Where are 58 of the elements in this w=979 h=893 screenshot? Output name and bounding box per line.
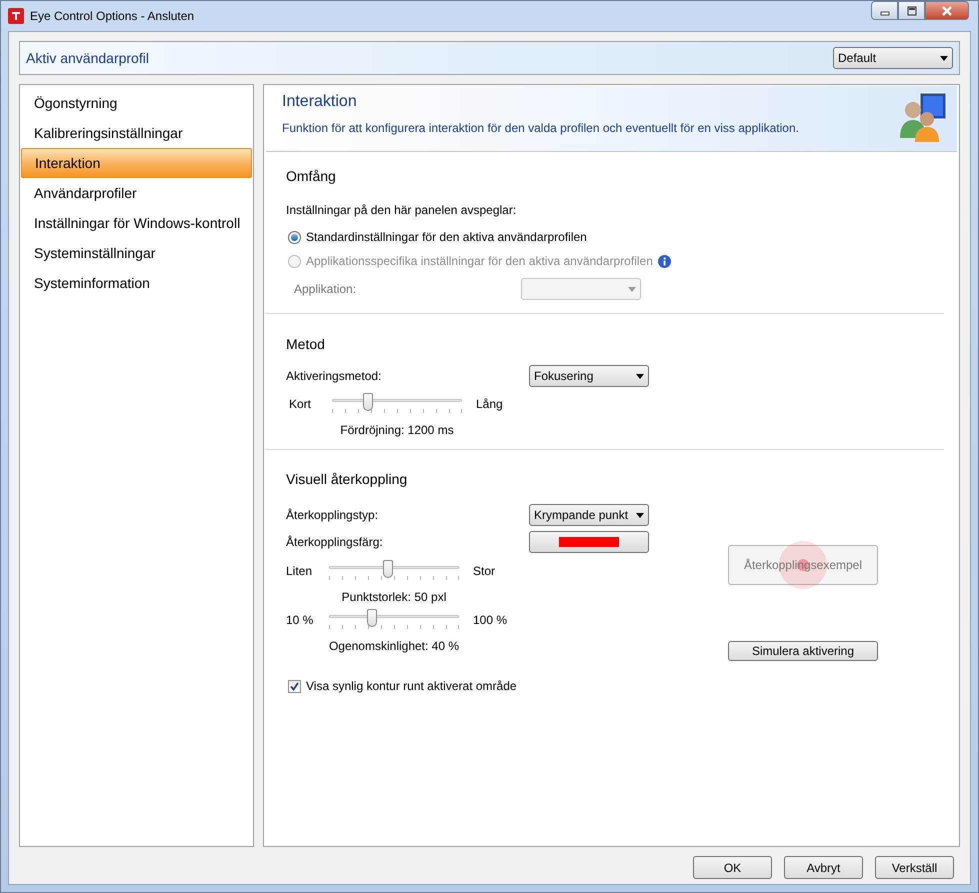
slider-max-label: Lång [476, 396, 503, 413]
slider-track[interactable] [332, 393, 462, 415]
color-picker-button[interactable] [529, 531, 649, 553]
slider-track[interactable] [329, 609, 459, 631]
sidebar-item[interactable]: Kalibreringsinställningar [21, 118, 252, 148]
section-title: Omfång [286, 167, 337, 186]
checkbox[interactable] [288, 680, 301, 692]
slider-reading: Punktstorlek: 50 pxl [340, 589, 448, 606]
slider-reading: Ogenomskinlighet: 40 % [328, 638, 460, 655]
maximize-button[interactable] [898, 1, 925, 20]
dropdown[interactable]: Fokusering [529, 365, 649, 387]
profile-label: Aktiv användarprofil [26, 48, 149, 68]
slider-max-label: Stor [473, 563, 496, 580]
radio-label: Standardinställningar för den aktiva användarprofilen [306, 229, 587, 246]
caret-icon [940, 56, 948, 60]
slider-thumb[interactable] [382, 560, 392, 578]
section-title: Visuell återkoppling [286, 470, 408, 489]
sidebar-item[interactable]: Interaktion [21, 148, 252, 178]
slider-thumb[interactable] [366, 609, 377, 627]
slider-reading: Fördröjning: 1200 ms [339, 422, 455, 439]
dialog-button[interactable]: OK [693, 856, 772, 879]
close-icon [941, 6, 953, 16]
caret-icon [636, 374, 644, 378]
slider-min-label: Liten [286, 563, 314, 580]
field-label: Återkopplingsfärg: [286, 534, 384, 551]
dialog-button[interactable]: Verkställ [875, 856, 954, 879]
maximize-icon [906, 6, 918, 16]
checkbox-label: Visa synlig kontur runt aktiverat område [306, 678, 517, 695]
caret-icon [636, 512, 644, 518]
radio-button[interactable] [288, 230, 301, 244]
sidebar-item[interactable]: Systeminställningar [21, 238, 252, 268]
field-label: Återkopplingstyp: [286, 507, 380, 524]
field-label: Aktiveringsmetod: [286, 368, 382, 385]
sidebar-item[interactable]: Inställningar för Windows-kontroll [21, 208, 252, 238]
simulate-button[interactable]: Simulera aktivering [728, 641, 878, 661]
dropdown[interactable]: Krympande punkt [529, 504, 649, 526]
header-description: Funktion för att konfigurera interaktion för den valda profilen och eventuellt för en viss applikation. [282, 120, 799, 137]
radio-label: Applikationsspecifika inställningar för den aktiva användarprofilen [306, 253, 653, 270]
field-label: Applikation: [293, 281, 358, 298]
dialog-button[interactable]: Avbryt [784, 856, 863, 879]
slider-min-label: 10 % [286, 612, 314, 629]
sidebar-item[interactable]: Systeminformation [21, 268, 252, 298]
slider-track[interactable] [329, 560, 459, 582]
minimize-button[interactable] [871, 1, 898, 20]
dropdown[interactable]: Default [833, 47, 953, 69]
section-title: Metod [286, 335, 326, 354]
header-title: Interaktion [282, 92, 358, 112]
close-button[interactable] [925, 1, 969, 20]
slider-max-label: 100 % [473, 612, 508, 629]
caret-icon [628, 286, 636, 292]
users-computer-icon [899, 92, 947, 142]
app-logo-icon [8, 8, 24, 24]
slider-thumb[interactable] [363, 393, 374, 411]
sidebar-item[interactable]: Ögonstyrning [21, 88, 252, 118]
sidebar-item[interactable]: Användarprofiler [21, 178, 252, 208]
scope-prompt: Inställningar på den här panelen avspeglar: [286, 202, 518, 219]
slider-min-label: Kort [289, 396, 312, 413]
window-title: Eye Control Options - Ansluten [30, 8, 194, 25]
